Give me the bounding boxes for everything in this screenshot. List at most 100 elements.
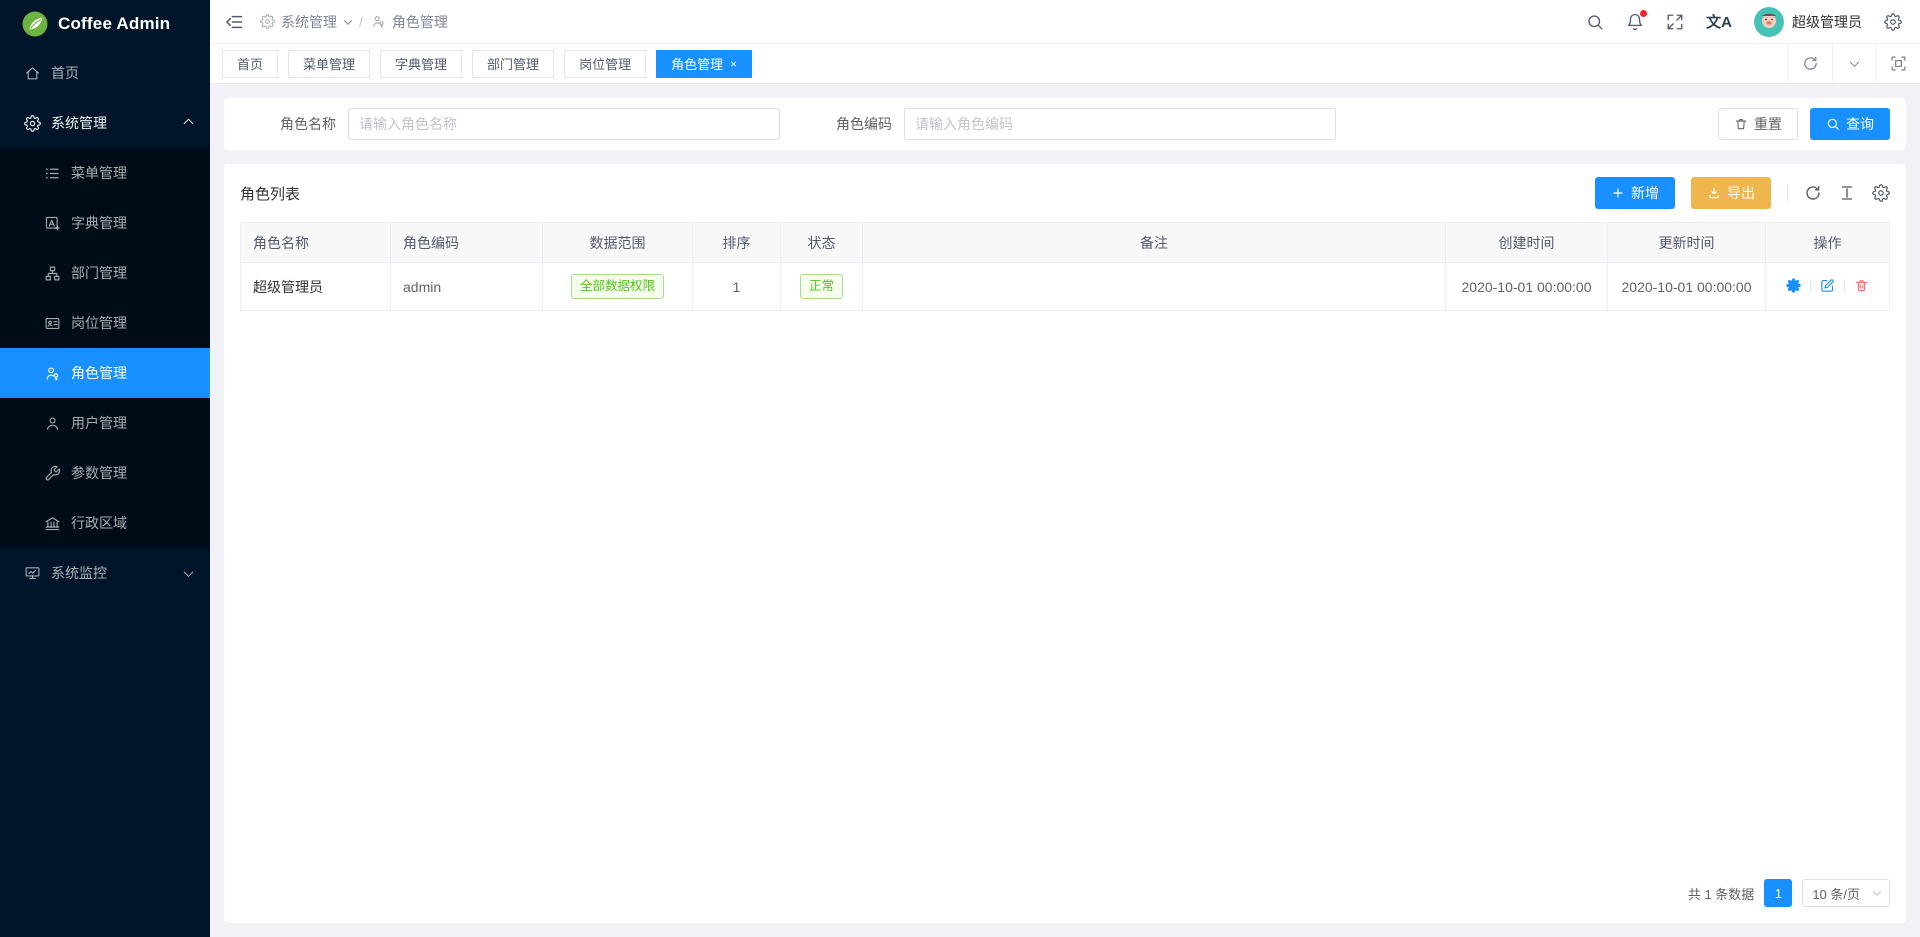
tab-role-management[interactable]: 角色管理 ×: [656, 50, 752, 78]
sidebar-item-label: 部门管理: [71, 263, 192, 283]
divider: [1810, 279, 1811, 292]
cell-sort: 1: [693, 263, 781, 311]
sidebar-item-label: 参数管理: [71, 463, 192, 483]
sidebar-item-parameter-management[interactable]: 参数管理: [0, 448, 210, 498]
row-permissions-gear-icon[interactable]: [1786, 278, 1801, 293]
role-code-input[interactable]: [904, 108, 1336, 140]
app-logo: Coffee Admin: [0, 0, 210, 48]
role-code-label: 角色编码: [836, 114, 892, 134]
breadcrumb: 系统管理 / 角色管理: [260, 12, 448, 32]
sidebar-item-label: 用户管理: [71, 413, 192, 433]
sidebar-item-label: 系统监控: [51, 563, 175, 583]
add-button[interactable]: 新增: [1595, 177, 1675, 209]
trash-icon: [1734, 117, 1748, 131]
topbar: 系统管理 / 角色管理: [210, 0, 1920, 44]
status-badge: 正常: [800, 274, 843, 298]
sidebar-item-dictionary-management[interactable]: 字典管理: [0, 198, 210, 248]
reset-button[interactable]: 重置: [1718, 108, 1798, 140]
tab-label: 部门管理: [487, 54, 539, 73]
tab-dictionary-management[interactable]: 字典管理: [380, 50, 462, 78]
sidebar-item-label: 系统管理: [51, 113, 175, 133]
sidebar-item-label: 角色管理: [71, 363, 192, 383]
column-header: 操作: [1766, 223, 1890, 263]
tab-label: 字典管理: [395, 54, 447, 73]
role-icon: [44, 365, 61, 382]
tab-department-management[interactable]: 部门管理: [472, 50, 554, 78]
pagination: 共 1 条数据 1 10 条/页: [240, 865, 1890, 923]
sidebar-item-user-management[interactable]: 用户管理: [0, 398, 210, 448]
delete-icon[interactable]: [1854, 278, 1869, 293]
fullscreen-icon[interactable]: [1666, 13, 1684, 31]
collapse-sidebar-icon[interactable]: [224, 12, 244, 32]
notification-bell-icon[interactable]: [1626, 13, 1644, 31]
column-header: 创建时间: [1446, 223, 1608, 263]
chevron-down-icon: [184, 567, 194, 577]
username: 超级管理员: [1792, 12, 1862, 32]
table-card-actions: 新增 导出: [1595, 177, 1890, 209]
sidebar-menu: 首页 系统管理 菜单管理: [0, 48, 210, 598]
sidebar-submenu: 菜单管理 字典管理 部门管理: [0, 148, 210, 548]
breadcrumb-current: 角色管理: [371, 12, 448, 32]
breadcrumb-current-label: 角色管理: [392, 12, 448, 32]
refresh-icon[interactable]: [1788, 44, 1832, 83]
maximize-content-icon[interactable]: [1876, 44, 1920, 83]
sidebar-item-label: 字典管理: [71, 213, 192, 233]
sidebar-item-menu-management[interactable]: 菜单管理: [0, 148, 210, 198]
sidebar-item-system-monitor[interactable]: 系统监控: [0, 548, 210, 598]
language-translate-icon[interactable]: 文A: [1706, 11, 1732, 32]
notification-badge: [1640, 10, 1647, 17]
edit-icon[interactable]: [1820, 278, 1835, 293]
avatar: [1754, 7, 1784, 37]
role-table-card: 角色列表 新增 导出: [224, 164, 1906, 923]
chevron-down-icon[interactable]: [1832, 44, 1876, 83]
search-button[interactable]: 查询: [1810, 108, 1890, 140]
home-icon: [24, 65, 41, 82]
bank-icon: [44, 515, 61, 532]
sidebar-item-role-management[interactable]: 角色管理: [0, 348, 210, 398]
sidebar-item-label: 行政区域: [71, 513, 192, 533]
sidebar-item-admin-region[interactable]: 行政区域: [0, 498, 210, 548]
cell-data-scope: 全部数据权限: [543, 263, 693, 311]
search-icon: [1826, 117, 1840, 131]
spring-leaf-logo-icon: [22, 11, 48, 37]
cell-remark: [863, 263, 1446, 311]
sidebar-item-label: 菜单管理: [71, 163, 192, 183]
sidebar-item-post-management[interactable]: 岗位管理: [0, 298, 210, 348]
tabbar: 首页 菜单管理 字典管理 部门管理 岗位管理 角色管理 ×: [210, 44, 1920, 84]
user-menu[interactable]: 超级管理员: [1754, 7, 1862, 37]
page-size-select[interactable]: 10 条/页: [1802, 879, 1890, 907]
tab-home[interactable]: 首页: [222, 50, 278, 78]
export-button[interactable]: 导出: [1691, 177, 1771, 209]
pagination-total: 共 1 条数据: [1688, 884, 1754, 903]
sidebar-item-department-management[interactable]: 部门管理: [0, 248, 210, 298]
refresh-icon[interactable]: [1804, 184, 1822, 202]
sidebar-item-home[interactable]: 首页: [0, 48, 210, 98]
row-height-icon[interactable]: [1838, 184, 1856, 202]
cell-updated-at: 2020-10-01 00:00:00: [1608, 263, 1766, 311]
role-name-label: 角色名称: [240, 114, 336, 134]
main-area: 系统管理 / 角色管理: [210, 0, 1920, 937]
breadcrumb-parent[interactable]: 系统管理: [260, 12, 351, 32]
tab-post-management[interactable]: 岗位管理: [564, 50, 646, 78]
column-header: 状态: [781, 223, 863, 263]
column-header: 更新时间: [1608, 223, 1766, 263]
cell-status: 正常: [781, 263, 863, 311]
sidebar-item-system-management[interactable]: 系统管理: [0, 98, 210, 148]
role-name-input[interactable]: [348, 108, 780, 140]
tab-menu-management[interactable]: 菜单管理: [288, 50, 370, 78]
settings-gear-icon[interactable]: [1884, 13, 1902, 31]
chevron-up-icon: [184, 118, 194, 128]
close-icon[interactable]: ×: [730, 58, 737, 70]
data-scope-tag: 全部数据权限: [571, 274, 664, 298]
search-icon[interactable]: [1586, 13, 1604, 31]
divider: [1787, 184, 1788, 202]
add-button-label: 新增: [1631, 183, 1659, 203]
export-button-label: 导出: [1727, 183, 1755, 203]
column-settings-gear-icon[interactable]: [1872, 184, 1890, 202]
page-button-1[interactable]: 1: [1764, 879, 1792, 907]
sidebar-item-label: 首页: [51, 63, 192, 83]
table-row: 超级管理员 admin 全部数据权限 1 正常 2020-10-01 00:00…: [241, 263, 1890, 311]
breadcrumb-parent-label: 系统管理: [281, 12, 337, 32]
plus-icon: [1611, 186, 1625, 200]
role-icon: [371, 14, 386, 29]
